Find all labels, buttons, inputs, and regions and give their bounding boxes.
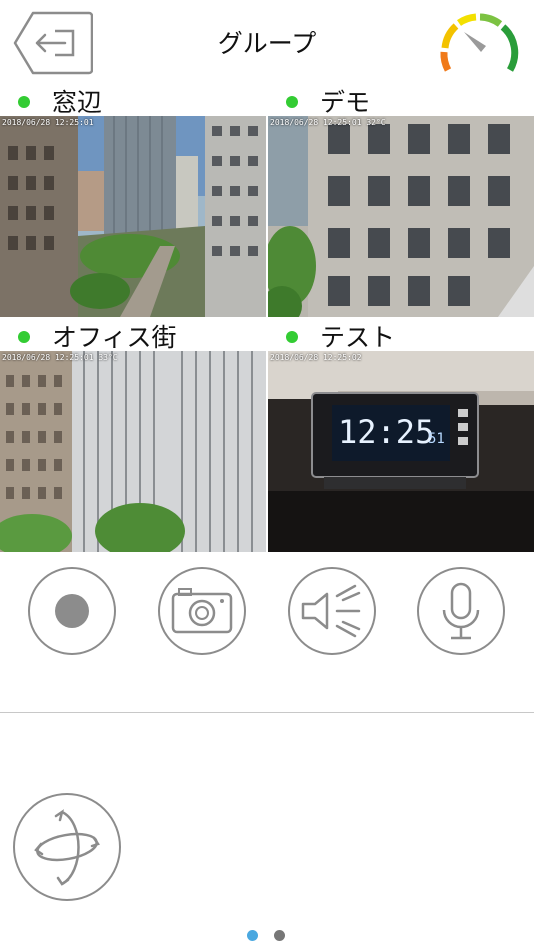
page-indicator-1[interactable]	[247, 930, 258, 941]
camera-grid: 窓辺 2018/06/28 12:25:01 デモ 2018/06/28 12:…	[0, 84, 534, 552]
ptz-rotate-icon	[13, 793, 121, 901]
speaker-icon	[288, 567, 376, 655]
camera-name: デモ	[320, 88, 371, 117]
camera-feed[interactable]: 2018/06/28 12:25:01 33°C	[0, 351, 266, 552]
camera-tile-3[interactable]: オフィス街 2018/06/28 12:25:01 33°C	[0, 319, 266, 552]
camera-timestamp: 2018/06/28 12:25:01 32°C	[270, 118, 386, 127]
online-status-dot	[286, 331, 298, 343]
camera-timestamp: 2018/06/28 12:25:01 33°C	[2, 353, 118, 362]
control-bar	[0, 552, 534, 712]
divider	[0, 712, 534, 713]
camera-tile-4[interactable]: テスト 12:25 51 2018/06/28 12:25:02	[268, 319, 534, 552]
online-status-dot	[18, 331, 30, 343]
page-indicator-2[interactable]	[274, 930, 285, 941]
camera-feed[interactable]: 12:25 51 2018/06/28 12:25:02	[268, 351, 534, 552]
camera-label: テスト	[268, 319, 534, 352]
signal-gauge-icon[interactable]	[434, 8, 522, 80]
camera-label: 窓辺	[0, 84, 266, 117]
microphone-icon	[417, 567, 505, 655]
camera-name: オフィス街	[52, 323, 177, 352]
speaker-button[interactable]	[287, 566, 377, 656]
camera-timestamp: 2018/06/28 12:25:02	[270, 353, 362, 362]
ptz-button[interactable]	[12, 792, 122, 902]
camera-name: 窓辺	[52, 88, 103, 117]
online-status-dot	[286, 96, 298, 108]
svg-text:51: 51	[428, 431, 445, 447]
camera-tile-2[interactable]: デモ 2018/06/28 12:25:01 32°C	[268, 84, 534, 317]
camera-feed[interactable]: 2018/06/28 12:25:01	[0, 116, 266, 317]
camera-label: オフィス街	[0, 319, 266, 352]
camera-tile-1[interactable]: 窓辺 2018/06/28 12:25:01	[0, 84, 266, 317]
record-icon	[28, 567, 116, 655]
camera-feed[interactable]: 2018/06/28 12:25:01 32°C	[268, 116, 534, 317]
camera-name: テスト	[320, 323, 396, 352]
record-button[interactable]	[27, 566, 117, 656]
snapshot-button[interactable]	[157, 566, 247, 656]
microphone-button[interactable]	[416, 566, 506, 656]
camera-label: デモ	[268, 84, 534, 117]
camera-icon	[158, 567, 246, 655]
svg-text:12:25: 12:25	[338, 413, 434, 451]
header-bar: グループ	[0, 0, 534, 84]
camera-timestamp: 2018/06/28 12:25:01	[2, 118, 94, 127]
online-status-dot	[18, 96, 30, 108]
